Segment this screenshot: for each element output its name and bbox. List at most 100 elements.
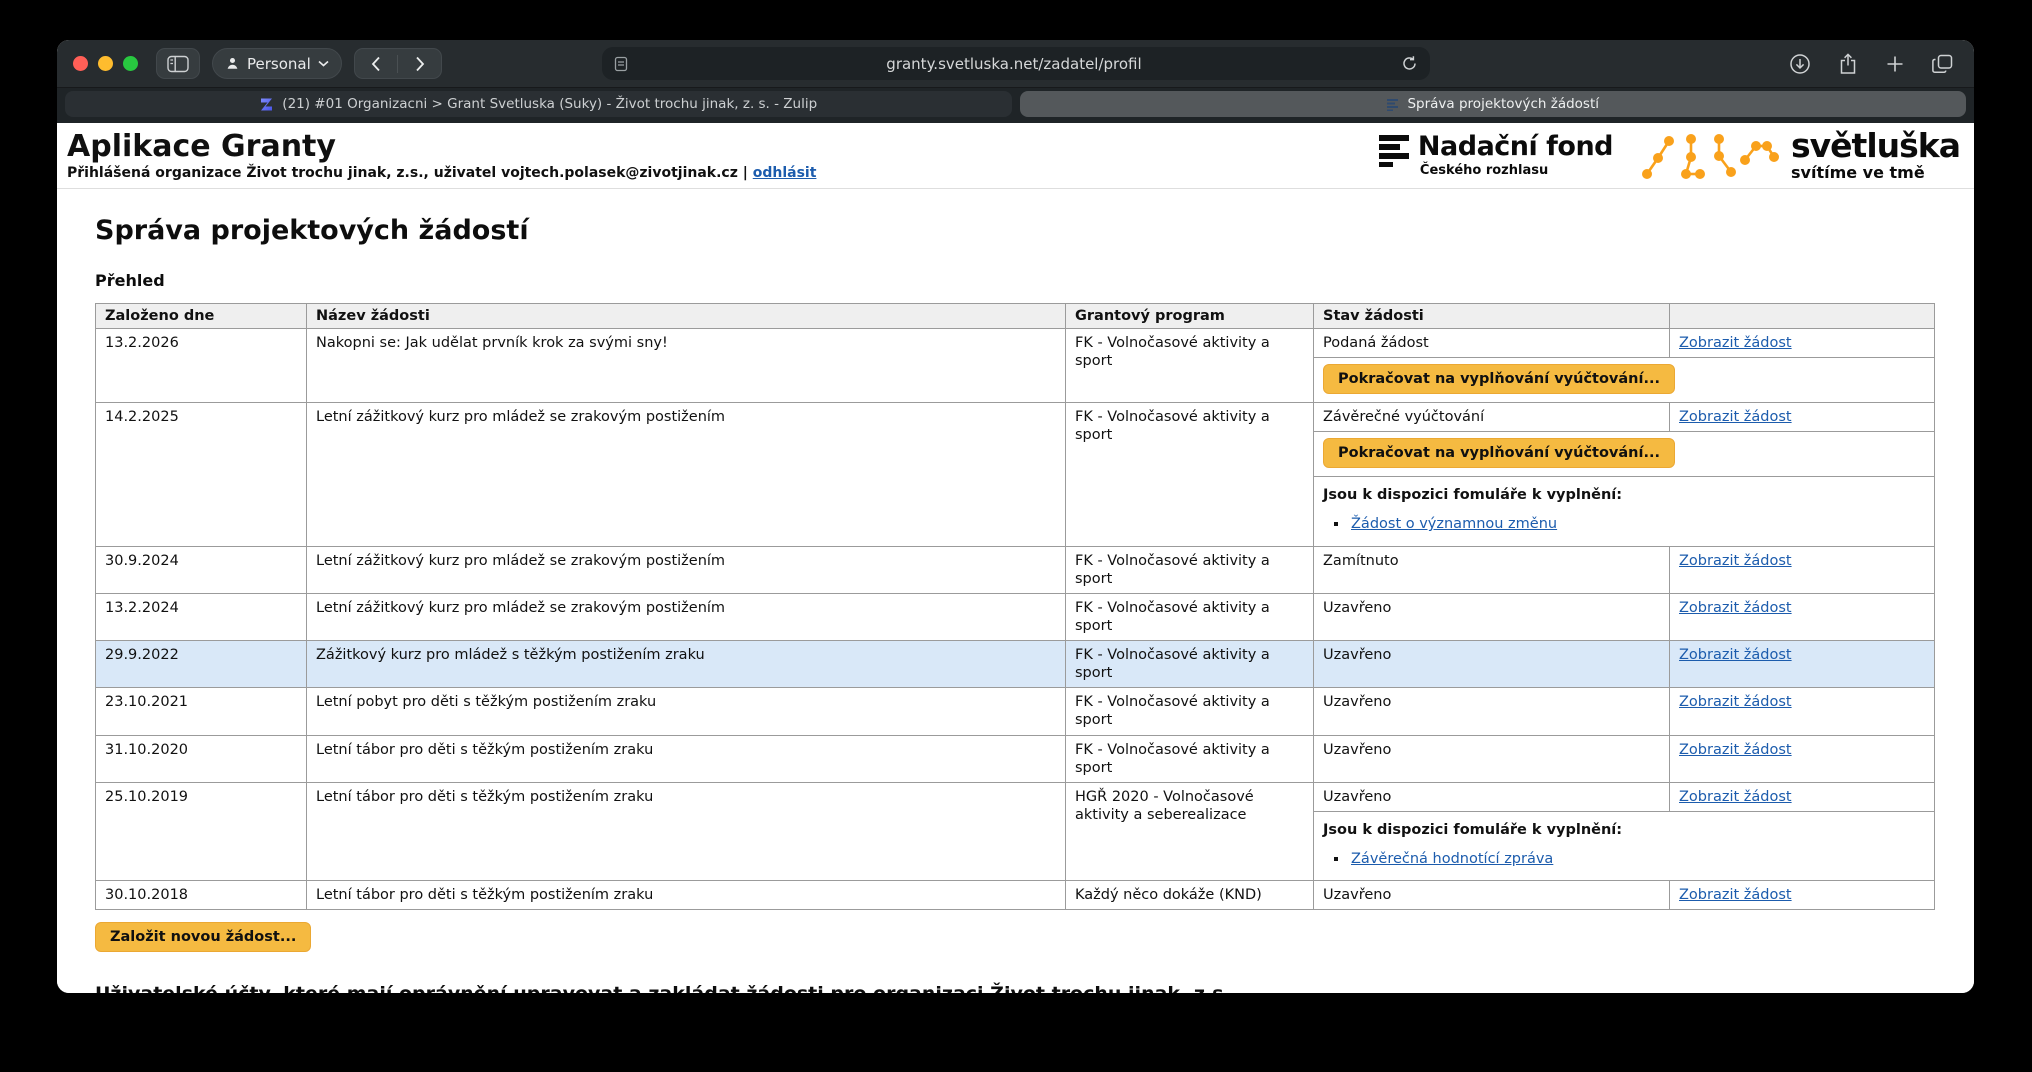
continue-settlement-button[interactable]: Pokračovat na vyplňování vyúčtování... [1323,364,1675,394]
forms-available-label: Jsou k dispozici fomuláře k vyplnění: [1323,821,1925,839]
application-date: 13.2.2026 [96,329,307,403]
application-date: 30.10.2018 [96,881,307,910]
view-request-link[interactable]: Zobrazit žádost [1679,600,1792,616]
form-link[interactable]: Žádost o významnou změnu [1351,516,1557,532]
application-row: 25.10.2019Letní tábor pro děti s těžkým … [96,782,1935,811]
browser-toolbar: Personal granty [57,40,1974,87]
application-row: 31.10.2020Letní tábor pro děti s těžkým … [96,735,1935,782]
application-program: FK - Volnočasové aktivity a sport [1066,688,1314,735]
address-bar[interactable]: granty.svetluska.net/zadatel/profil [602,47,1430,80]
reload-icon[interactable] [1401,55,1418,72]
application-name: Letní zážitkový kurz pro mládež se zrako… [307,403,1066,546]
logout-link[interactable]: odhlásit [753,165,817,181]
profile-menu-button[interactable]: Personal [212,48,342,79]
application-program: FK - Volnočasové aktivity a sport [1066,593,1314,640]
toolbar-right-icons [1789,53,1958,75]
tab-strip: (21) #01 Organizacni > Grant Svetluska (… [57,87,1974,123]
new-tab-button[interactable] [1885,54,1905,74]
forward-button[interactable] [398,49,441,78]
application-status: Závěrečné vyúčtování [1314,403,1670,432]
url-text: granty.svetluska.net/zadatel/profil [628,55,1401,73]
column-header [1670,304,1935,329]
view-request-link[interactable]: Zobrazit žádost [1679,742,1792,758]
history-nav-group [354,48,442,79]
application-date: 23.10.2021 [96,688,307,735]
application-program: Každý něco dokáže (KND) [1066,881,1314,910]
view-request-link[interactable]: Zobrazit žádost [1679,553,1792,569]
main-area: Správa projektových žádostí Přehled Zalo… [57,215,1974,993]
application-name: Letní tábor pro děti s těžkým postižením… [307,881,1066,910]
svetluska-text: světluška [1791,129,1960,162]
header-logos: Nadační fond Českého rozhlasu [1379,128,1960,184]
page-title: Správa projektových žádostí [95,215,1934,246]
tab-zulip[interactable]: (21) #01 Organizacni > Grant Svetluska (… [65,91,1012,117]
view-request-link[interactable]: Zobrazit žádost [1679,887,1792,903]
view-request-link[interactable]: Zobrazit žádost [1679,647,1792,663]
downloads-button[interactable] [1789,53,1811,75]
nadacni-fond-logo: Nadační fond Českého rozhlasu [1379,133,1613,178]
nadacni-fond-text: Nadační fond [1418,133,1613,160]
new-request-button[interactable]: Založit novou žádost... [95,922,311,952]
users-heading: Uživatelské účty, které mají oprávnění u… [95,983,1934,993]
sidebar-toggle-button[interactable] [156,48,200,79]
application-date: 30.9.2024 [96,546,307,593]
login-line: Přihlášená organizace Život trochu jinak… [67,165,816,181]
application-actions: Zobrazit žádost [1670,546,1935,593]
application-status: Uzavřeno [1314,641,1670,688]
continue-settlement-button[interactable]: Pokračovat na vyplňování vyúčtování... [1323,438,1675,468]
tab-overview-button[interactable] [1932,54,1954,74]
application-actions: Zobrazit žádost [1670,329,1935,358]
application-row: 13.2.2026Nakopni se: Jak udělat prvník k… [96,329,1935,358]
application-program: FK - Volnočasové aktivity a sport [1066,641,1314,688]
application-name: Letní zážitkový kurz pro mládež se zrako… [307,546,1066,593]
application-date: 25.10.2019 [96,782,307,880]
cesky-rozhlas-icon [1379,133,1409,169]
application-actions: Zobrazit žádost [1670,641,1935,688]
application-status: Zamítnuto [1314,546,1670,593]
application-actions: Zobrazit žádost [1670,688,1935,735]
view-request-link[interactable]: Zobrazit žádost [1679,789,1792,805]
application-status: Podaná žádost [1314,329,1670,358]
application-actions: Zobrazit žádost [1670,782,1935,811]
browser-window: Personal granty [57,40,1974,993]
application-row: 23.10.2021Letní pobyt pro děti s těžkým … [96,688,1935,735]
column-header: Založeno dne [96,304,307,329]
forms-list-item: Závěrečná hodnotící zpráva [1349,850,1925,868]
column-header: Grantový program [1066,304,1314,329]
application-program: HGŘ 2020 - Volnočasové aktivity a sebere… [1066,782,1314,880]
forms-cell: Jsou k dispozici fomuláře k vyplnění:Žád… [1314,477,1935,546]
application-status: Uzavřeno [1314,688,1670,735]
application-actions: Zobrazit žádost [1670,735,1935,782]
tab-label: Správa projektových žádostí [1407,96,1599,112]
granty-favicon [1386,98,1399,111]
back-button[interactable] [355,49,398,78]
zoom-window-button[interactable] [123,56,138,71]
forms-list: Závěrečná hodnotící zpráva [1349,850,1925,868]
application-program: FK - Volnočasové aktivity a sport [1066,546,1314,593]
application-date: 31.10.2020 [96,735,307,782]
traffic-lights [73,56,138,71]
application-row: 29.9.2022Zážitkový kurz pro mládež s těž… [96,641,1935,688]
tab-granty[interactable]: Správa projektových žádostí [1020,91,1967,117]
application-actions: Zobrazit žádost [1670,881,1935,910]
application-status: Uzavřeno [1314,782,1670,811]
application-date: 29.9.2022 [96,641,307,688]
application-actions: Zobrazit žádost [1670,593,1935,640]
profile-label: Personal [247,55,311,73]
share-button[interactable] [1838,53,1858,75]
close-window-button[interactable] [73,56,88,71]
application-status: Uzavřeno [1314,735,1670,782]
zulip-favicon [259,97,274,112]
continue-cell: Pokračovat na vyplňování vyúčtování... [1314,358,1935,403]
site-header: Aplikace Granty Přihlášená organizace Ži… [57,123,1974,189]
application-name: Letní tábor pro děti s těžkým postižením… [307,735,1066,782]
application-name: Letní pobyt pro děti s těžkým postižením… [307,688,1066,735]
view-request-link[interactable]: Zobrazit žádost [1679,335,1792,351]
form-link[interactable]: Závěrečná hodnotící zpráva [1351,851,1553,867]
view-request-link[interactable]: Zobrazit žádost [1679,409,1792,425]
overview-heading: Přehled [95,271,1934,290]
view-request-link[interactable]: Zobrazit žádost [1679,694,1792,710]
minimize-window-button[interactable] [98,56,113,71]
application-name: Nakopni se: Jak udělat prvník krok za sv… [307,329,1066,403]
application-date: 14.2.2025 [96,403,307,546]
